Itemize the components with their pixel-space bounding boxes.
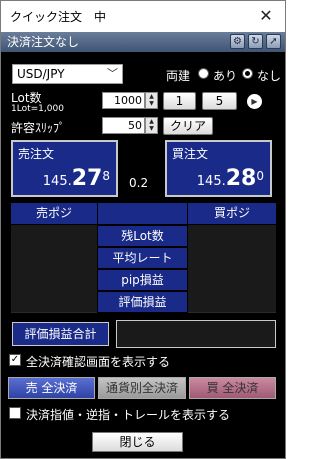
close-button[interactable]: 閉じる bbox=[92, 432, 183, 452]
position-header-spacer bbox=[98, 203, 187, 224]
header-title: 決済注文なし bbox=[7, 35, 80, 49]
chevron-down-icon: ﹀ bbox=[107, 67, 118, 80]
step-down-icon[interactable]: ▼ bbox=[146, 125, 157, 132]
confirm-checkbox[interactable]: ✓ bbox=[9, 354, 21, 366]
sell-price: 145.278 bbox=[43, 166, 110, 191]
sell-label: 売注文 bbox=[18, 147, 55, 161]
lot-sublabel: 1Lot=1,000 bbox=[11, 104, 64, 114]
hedge-label: 両建 bbox=[166, 69, 191, 83]
buy-order-button[interactable]: 買注文 145.280 bbox=[165, 140, 272, 197]
sell-price-fraction: 8 bbox=[102, 169, 110, 183]
currency-value: USD/JPY bbox=[17, 67, 65, 81]
pin-icon[interactable]: ➚ bbox=[266, 34, 281, 49]
slippage-input[interactable]: 50 bbox=[102, 117, 145, 134]
order-panel: USD/JPY ﹀ 両建 あり なし Lot数 1Lot=1,000 1000 … bbox=[1, 52, 285, 458]
currency-close-all-button[interactable]: 通貨別全決済 bbox=[98, 377, 186, 399]
step-down-icon[interactable]: ▼ bbox=[146, 100, 157, 107]
buy-position-header: 買ポジ bbox=[188, 203, 276, 224]
row-pip-pnl: pip損益 bbox=[98, 269, 187, 290]
close-icon[interactable]: ✕ bbox=[257, 7, 275, 25]
total-valuation-value bbox=[116, 320, 276, 348]
refresh-icon[interactable]: ↻ bbox=[248, 34, 263, 49]
window-title: クイック注文 中 bbox=[10, 10, 107, 24]
quick-order-window: クイック注文 中 ✕ 決済注文なし ⚙ ↻ ➚ USD/JPY ﹀ 両建 あり … bbox=[0, 0, 286, 459]
buy-price: 145.280 bbox=[197, 166, 264, 191]
buy-price-pips: 28 bbox=[225, 166, 257, 191]
hedge-yes-radio[interactable] bbox=[198, 68, 209, 79]
spread-value: 0.2 bbox=[129, 176, 149, 190]
slippage-label: 許容ｽﾘｯﾌﾟ bbox=[11, 121, 66, 135]
trail-label: 決済指値・逆指・トレールを表示する bbox=[26, 408, 231, 422]
status-header: 決済注文なし ⚙ ↻ ➚ bbox=[1, 32, 285, 52]
row-remaining-lots: 残Lot数 bbox=[98, 225, 187, 246]
sell-price-pips: 27 bbox=[71, 166, 103, 191]
sell-order-button[interactable]: 売注文 145.278 bbox=[11, 140, 118, 197]
sell-price-big-figure: 145. bbox=[42, 174, 72, 189]
hedge-no-label: なし bbox=[257, 69, 282, 83]
confirm-label: 全決済確認画面を表示する bbox=[26, 355, 171, 369]
hedge-no-radio[interactable] bbox=[242, 68, 253, 79]
header-icons: ⚙ ↻ ➚ bbox=[230, 34, 281, 49]
gear-icon[interactable]: ⚙ bbox=[230, 34, 245, 49]
trail-checkbox[interactable] bbox=[9, 407, 21, 419]
play-icon[interactable]: ▶ bbox=[247, 94, 262, 109]
sell-position-cells bbox=[11, 225, 97, 313]
row-average-rate: 平均レート bbox=[98, 247, 187, 268]
step-up-icon[interactable]: ▲ bbox=[146, 118, 157, 125]
total-valuation-label: 評価損益合計 bbox=[12, 322, 109, 346]
step-up-icon[interactable]: ▲ bbox=[146, 93, 157, 100]
clear-button[interactable]: クリア bbox=[163, 117, 213, 135]
lot-stepper[interactable]: ▲ ▼ bbox=[145, 92, 158, 109]
currency-select[interactable]: USD/JPY ﹀ bbox=[12, 64, 123, 84]
buy-price-fraction: 0 bbox=[256, 169, 264, 183]
title-bar[interactable]: クイック注文 中 ✕ bbox=[1, 1, 285, 32]
hedge-yes-label: あり bbox=[213, 69, 238, 83]
buy-position-cells bbox=[188, 225, 276, 313]
lot-5-button[interactable]: 5 bbox=[202, 92, 237, 110]
lot-1-button[interactable]: 1 bbox=[163, 92, 196, 110]
buy-close-all-button[interactable]: 買 全決済 bbox=[189, 377, 276, 399]
slippage-stepper[interactable]: ▲ ▼ bbox=[145, 117, 158, 134]
sell-close-all-button[interactable]: 売 全決済 bbox=[8, 377, 95, 399]
row-valuation-pnl: 評価損益 bbox=[98, 291, 187, 312]
buy-price-big-figure: 145. bbox=[196, 174, 226, 189]
buy-label: 買注文 bbox=[172, 147, 209, 161]
lot-input[interactable]: 1000 bbox=[102, 92, 145, 109]
sell-position-header: 売ポジ bbox=[11, 203, 97, 224]
